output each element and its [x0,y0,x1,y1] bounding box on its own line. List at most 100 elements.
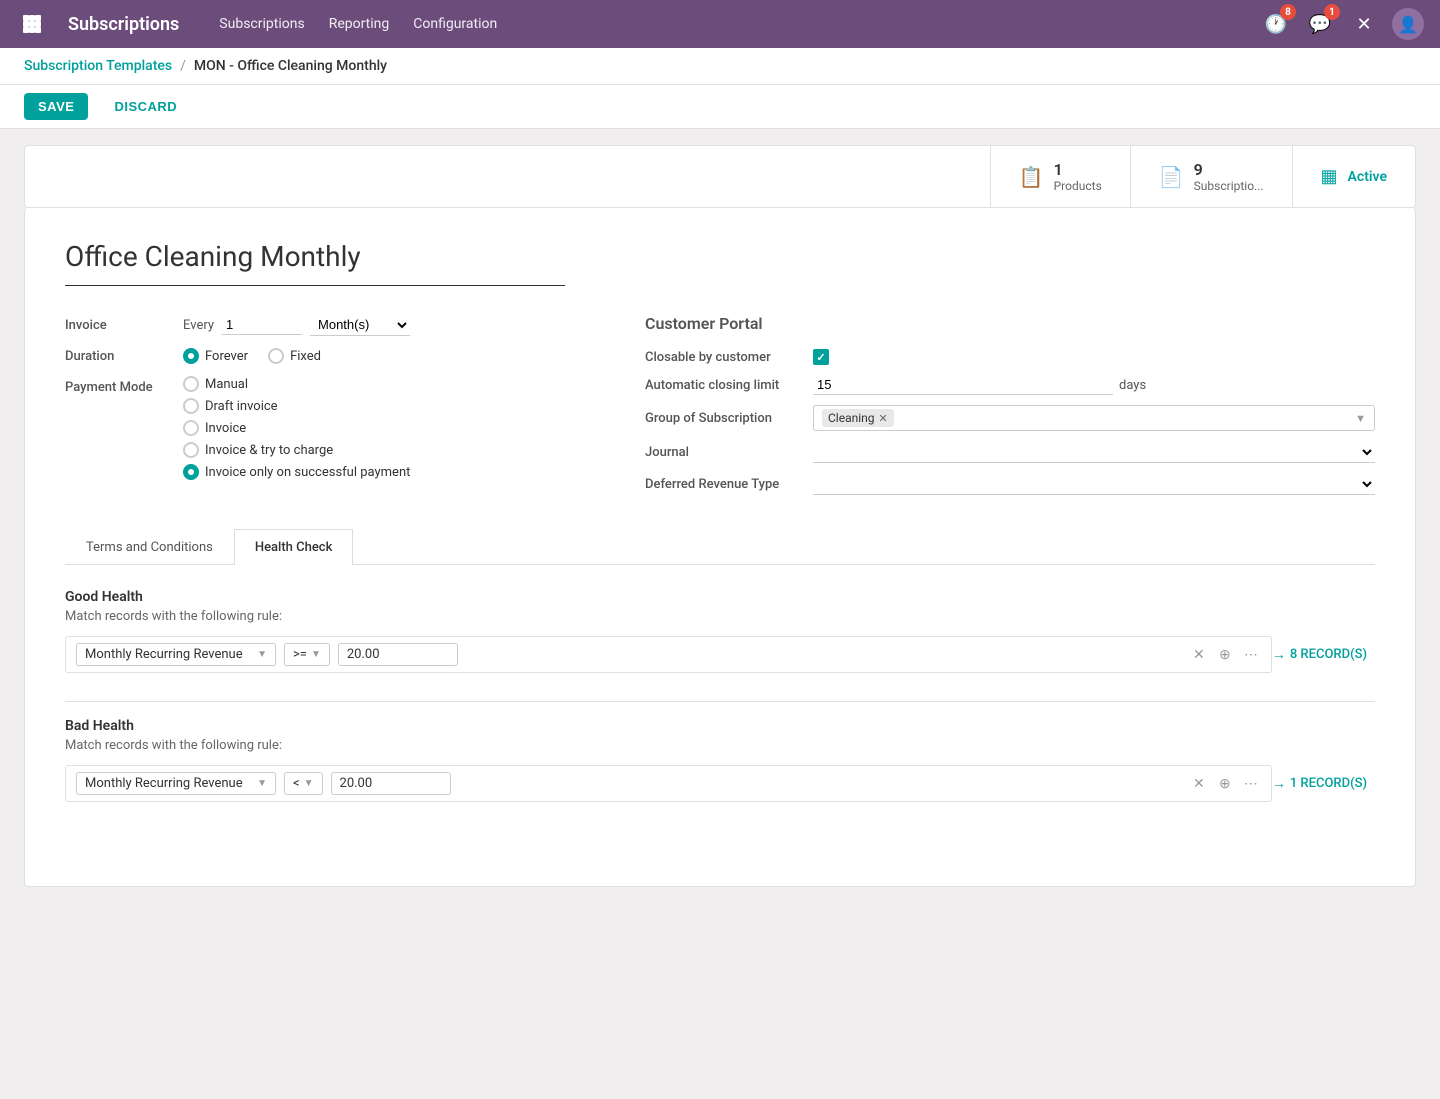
form-section: Invoice Every Month(s) Duration [65,314,1375,505]
good-health-actions: ✕ ⊕ ⋯ [1189,645,1261,665]
good-health-remove[interactable]: ✕ [1189,645,1209,665]
bad-health-section: Bad Health Match records with the follow… [65,718,1375,802]
draft-radio[interactable] [183,398,199,414]
good-health-subtitle: Match records with the following rule: [65,609,1375,624]
good-health-title: Good Health [65,589,1375,605]
group-dropdown-arrow[interactable]: ▼ [1355,412,1366,425]
bad-health-value[interactable]: 20.00 [331,772,451,795]
fixed-radio[interactable] [268,348,284,364]
invoice-field: Invoice Every Month(s) [65,314,585,336]
user-avatar[interactable]: 👤 [1392,8,1424,40]
good-health-field-arrow: ▼ [257,649,267,660]
invoice-label-radio: Invoice [205,421,246,436]
bad-health-arrow-icon: → [1272,775,1286,792]
notifications-badge: 8 [1280,4,1296,20]
tabs-section: Terms and Conditions Health Check Good H… [65,529,1375,854]
invoice-number-input[interactable] [222,315,302,335]
payment-invoice-try[interactable]: Invoice & try to charge [183,442,410,458]
good-health-records-link[interactable]: → 8 RECORD(S) [1272,646,1367,663]
payment-mode-label: Payment Mode [65,376,175,395]
save-button[interactable]: SAVE [24,93,88,120]
duration-fixed[interactable]: Fixed [268,348,321,364]
tab-terms[interactable]: Terms and Conditions [65,529,234,565]
form-left: Invoice Every Month(s) Duration [65,314,585,505]
deferred-label: Deferred Revenue Type [645,477,805,492]
payment-mode-options: Manual Draft invoice Invoice Invoic [183,376,410,480]
invoice-period-select[interactable]: Month(s) [310,314,410,336]
good-health-records-count: 8 RECORD(S) [1290,647,1367,662]
bad-health-op-arrow: ▼ [304,778,314,789]
topnav: Subscriptions Subscriptions Reporting Co… [0,0,1440,48]
duration-forever[interactable]: Forever [183,348,248,364]
group-tag-field[interactable]: Cleaning ✕ ▼ [813,405,1375,431]
duration-field: Duration Forever Fixed [65,348,585,364]
invoice-try-radio[interactable] [183,442,199,458]
bad-health-records-link[interactable]: → 1 RECORD(S) [1272,775,1367,792]
forever-radio[interactable] [183,348,199,364]
bad-health-rule: Monthly Recurring Revenue ▼ < ▼ 20.00 [65,765,1272,802]
nav-configuration[interactable]: Configuration [413,12,497,36]
good-health-more[interactable]: ⋯ [1241,645,1261,665]
messages-icon[interactable]: 💬 1 [1304,8,1336,40]
good-health-operator-text: >= [293,647,307,662]
invoice-success-label: Invoice only on successful payment [205,465,410,480]
closable-checkbox[interactable] [813,349,829,365]
tab-health-content: Good Health Match records with the follo… [65,565,1375,854]
manual-radio[interactable] [183,376,199,392]
bad-health-operator[interactable]: < ▼ [284,772,323,795]
nav-subscriptions[interactable]: Subscriptions [219,12,304,36]
good-health-value[interactable]: 20.00 [338,643,458,666]
notifications-icon[interactable]: 🕐 8 [1260,8,1292,40]
stat-subscriptions[interactable]: 📄 9 Subscriptio... [1130,146,1292,207]
bad-health-remove[interactable]: ✕ [1189,774,1209,794]
good-health-operator[interactable]: >= ▼ [284,643,330,666]
health-divider [65,701,1375,702]
payment-mode-field: Payment Mode Manual Draft invoice Inv [65,376,585,480]
closable-label: Closable by customer [645,350,805,365]
auto-close-input[interactable] [813,375,1113,395]
payment-draft[interactable]: Draft invoice [183,398,410,414]
breadcrumb: Subscription Templates / MON - Office Cl… [0,48,1440,85]
deferred-select[interactable] [813,473,1375,495]
subscriptions-icon: 📄 [1159,165,1184,189]
discard-button[interactable]: DISCARD [100,93,191,120]
nav-icons: 🕐 8 💬 1 ✕ 👤 [1260,8,1424,40]
bad-health-more[interactable]: ⋯ [1241,774,1261,794]
days-label: days [1119,378,1146,393]
bad-health-records-count: 1 RECORD(S) [1290,776,1367,791]
every-label: Every [183,318,214,333]
subscriptions-label: Subscriptio... [1194,179,1264,193]
stat-products[interactable]: 📋 1 Products [990,146,1130,207]
invoice-success-radio[interactable] [183,464,199,480]
main-content: 📋 1 Products 📄 9 Subscriptio... ▦ Active… [0,129,1440,903]
active-label: Active [1348,169,1387,185]
subscriptions-count: 9 [1194,160,1264,179]
tab-health-check[interactable]: Health Check [234,529,354,565]
products-icon: 📋 [1019,165,1044,189]
action-bar: SAVE DISCARD [0,85,1440,129]
auto-close-field: Automatic closing limit days [645,375,1375,395]
payment-invoice[interactable]: Invoice [183,420,410,436]
close-icon[interactable]: ✕ [1348,8,1380,40]
invoice-radio[interactable] [183,420,199,436]
app-title: Subscriptions [68,14,179,35]
nav-reporting[interactable]: Reporting [329,12,390,36]
bad-health-field-arrow: ▼ [257,778,267,789]
good-health-add[interactable]: ⊕ [1215,645,1235,665]
payment-invoice-success[interactable]: Invoice only on successful payment [183,464,410,480]
bad-health-add[interactable]: ⊕ [1215,774,1235,794]
bad-health-field[interactable]: Monthly Recurring Revenue ▼ [76,772,276,795]
good-health-value-text: 20.00 [347,647,380,662]
stat-active[interactable]: ▦ Active [1292,146,1415,207]
journal-select[interactable] [813,441,1375,463]
group-tag: Cleaning ✕ [822,409,894,427]
payment-manual[interactable]: Manual [183,376,410,392]
tabs-header: Terms and Conditions Health Check [65,529,1375,565]
group-tag-remove[interactable]: ✕ [879,412,888,425]
good-health-field[interactable]: Monthly Recurring Revenue ▼ [76,643,276,666]
manual-label: Manual [205,377,248,392]
invoice-label: Invoice [65,318,175,333]
breadcrumb-parent[interactable]: Subscription Templates [24,58,172,74]
good-health-arrow-icon: → [1272,646,1286,663]
app-grid-icon[interactable] [16,8,48,40]
